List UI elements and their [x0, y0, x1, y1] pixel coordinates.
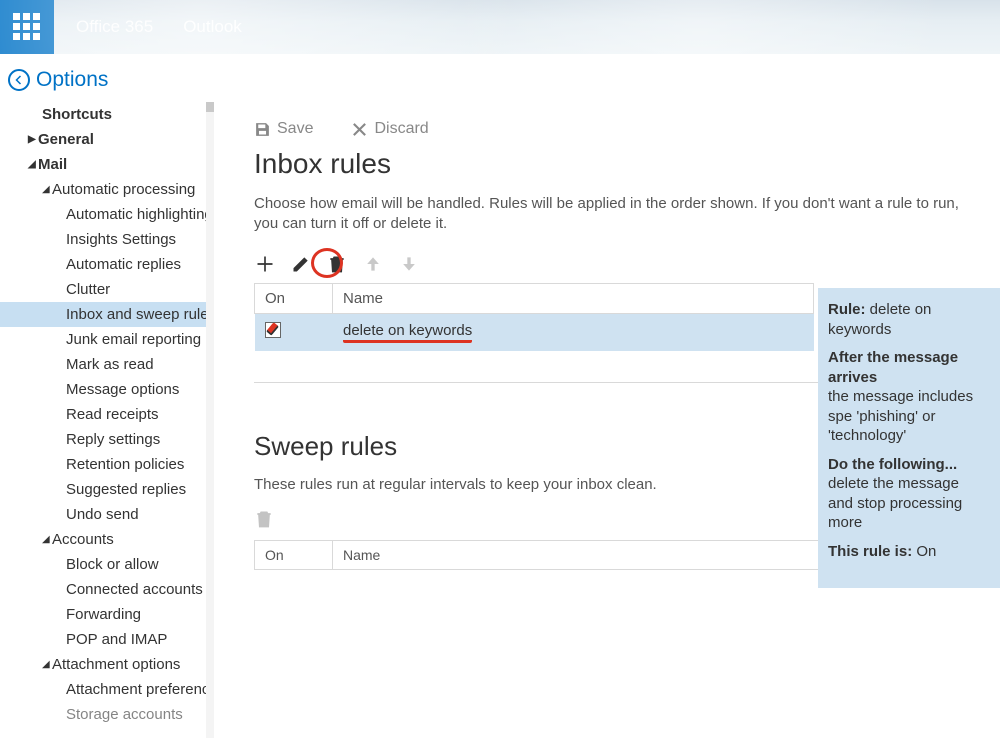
detail-arrives-label: After the message arrives: [828, 349, 958, 386]
brand-outlook[interactable]: Outlook: [183, 17, 242, 37]
rules-toolbar: [254, 253, 1000, 275]
sidebar-item-reply-settings[interactable]: Reply settings: [0, 427, 208, 452]
detail-rule-label: Rule:: [828, 301, 866, 318]
close-icon: [351, 121, 368, 138]
caret-right-icon: ▶: [28, 134, 36, 145]
sidebar-item-inbox-rules[interactable]: Inbox and sweep rules: [0, 302, 208, 327]
sidebar-mail-label: Mail: [38, 156, 67, 173]
col-name: Name: [333, 283, 814, 313]
arrow-left-icon: [13, 74, 25, 86]
move-down-button[interactable]: [398, 253, 420, 275]
detail-status-label: This rule is:: [828, 543, 912, 560]
sidebar-item-forwarding[interactable]: Forwarding: [0, 602, 208, 627]
inbox-rules-description: Choose how email will be handled. Rules …: [254, 194, 974, 235]
sidebar-accounts[interactable]: ◢Accounts: [0, 527, 208, 552]
delete-sweep-button[interactable]: [254, 509, 274, 532]
sidebar-item-attachment-pref[interactable]: Attachment preference: [0, 677, 208, 702]
trash-icon: [327, 254, 347, 274]
sidebar-item-clutter[interactable]: Clutter: [0, 277, 208, 302]
rule-detail-panel: Rule: delete on keywords After the messa…: [818, 288, 1000, 588]
sidebar-item-auto-highlighting[interactable]: Automatic highlighting: [0, 202, 208, 227]
caret-down-icon: ◢: [42, 534, 50, 545]
detail-do-label: Do the following...: [828, 456, 957, 473]
sidebar-item-mark-read[interactable]: Mark as read: [0, 352, 208, 377]
sidebar-item-message-options[interactable]: Message options: [0, 377, 208, 402]
sidebar-auto-processing[interactable]: ◢Automatic processing: [0, 177, 208, 202]
options-bar: Options: [0, 54, 1000, 102]
action-bar: Save Discard: [254, 120, 1000, 138]
caret-down-icon: ◢: [42, 184, 50, 195]
sidebar-attachment-label: Attachment options: [52, 656, 180, 673]
col-on: On: [255, 283, 333, 313]
delete-rule-button[interactable]: [326, 253, 348, 275]
sidebar-scrollbar[interactable]: [206, 102, 214, 738]
app-launcher-button[interactable]: [0, 0, 54, 54]
sweep-col-on: On: [255, 540, 333, 569]
arrow-down-icon: [399, 254, 419, 274]
discard-button[interactable]: Discard: [351, 120, 428, 138]
save-button[interactable]: Save: [254, 120, 313, 138]
waffle-icon: [13, 13, 41, 41]
save-label: Save: [277, 120, 313, 138]
options-title: Options: [36, 68, 108, 92]
save-icon: [254, 121, 271, 138]
sidebar-shortcuts[interactable]: Shortcuts: [0, 102, 208, 127]
sidebar-mail[interactable]: ◢Mail: [0, 152, 208, 177]
brand-office365[interactable]: Office 365: [76, 17, 153, 37]
sidebar-attachment-options[interactable]: ◢Attachment options: [0, 652, 208, 677]
sidebar-item-auto-replies[interactable]: Automatic replies: [0, 252, 208, 277]
sidebar-general[interactable]: ▶General: [0, 127, 208, 152]
sidebar-item-pop-imap[interactable]: POP and IMAP: [0, 627, 208, 652]
detail-arrives-body: the message includes spe 'phishing' or '…: [828, 388, 973, 444]
sidebar-item-block-allow[interactable]: Block or allow: [0, 552, 208, 577]
add-rule-button[interactable]: [254, 253, 276, 275]
sidebar-general-label: General: [38, 131, 94, 148]
trash-icon: [254, 509, 274, 529]
sidebar: Shortcuts ▶General ◢Mail ◢Automatic proc…: [0, 102, 214, 738]
sidebar-accounts-label: Accounts: [52, 531, 114, 548]
discard-label: Discard: [374, 120, 428, 138]
sidebar-auto-processing-label: Automatic processing: [52, 181, 195, 198]
pencil-icon: [291, 254, 311, 274]
sidebar-item-undo-send[interactable]: Undo send: [0, 502, 208, 527]
sidebar-item-insights[interactable]: Insights Settings: [0, 227, 208, 252]
app-header: Office 365 Outlook: [0, 0, 1000, 54]
sidebar-item-retention[interactable]: Retention policies: [0, 452, 208, 477]
inbox-rules-title: Inbox rules: [254, 148, 1000, 180]
detail-do-body1: delete the message: [828, 475, 959, 492]
rule-on-checkbox[interactable]: [265, 322, 281, 338]
edit-rule-button[interactable]: [290, 253, 312, 275]
rule-row[interactable]: delete on keywords: [255, 313, 814, 351]
detail-do-body2: and stop processing more: [828, 495, 962, 532]
caret-down-icon: ◢: [42, 659, 50, 670]
caret-down-icon: ◢: [28, 159, 36, 170]
back-button[interactable]: [8, 69, 30, 91]
sidebar-item-junk[interactable]: Junk email reporting: [0, 327, 208, 352]
arrow-up-icon: [363, 254, 383, 274]
sidebar-item-read-receipts[interactable]: Read receipts: [0, 402, 208, 427]
plus-icon: [255, 254, 275, 274]
sidebar-item-suggested-replies[interactable]: Suggested replies: [0, 477, 208, 502]
sidebar-item-storage-accounts[interactable]: Storage accounts: [0, 702, 208, 727]
detail-status-value: On: [916, 543, 936, 560]
sidebar-scrollbar-thumb[interactable]: [206, 102, 214, 112]
content-pane: Save Discard Inbox rules Choose how emai…: [214, 102, 1000, 738]
move-up-button[interactable]: [362, 253, 384, 275]
rule-name: delete on keywords: [343, 322, 472, 343]
sidebar-item-connected-accounts[interactable]: Connected accounts: [0, 577, 208, 602]
inbox-rules-table: On Name delete on keywords: [254, 283, 814, 352]
